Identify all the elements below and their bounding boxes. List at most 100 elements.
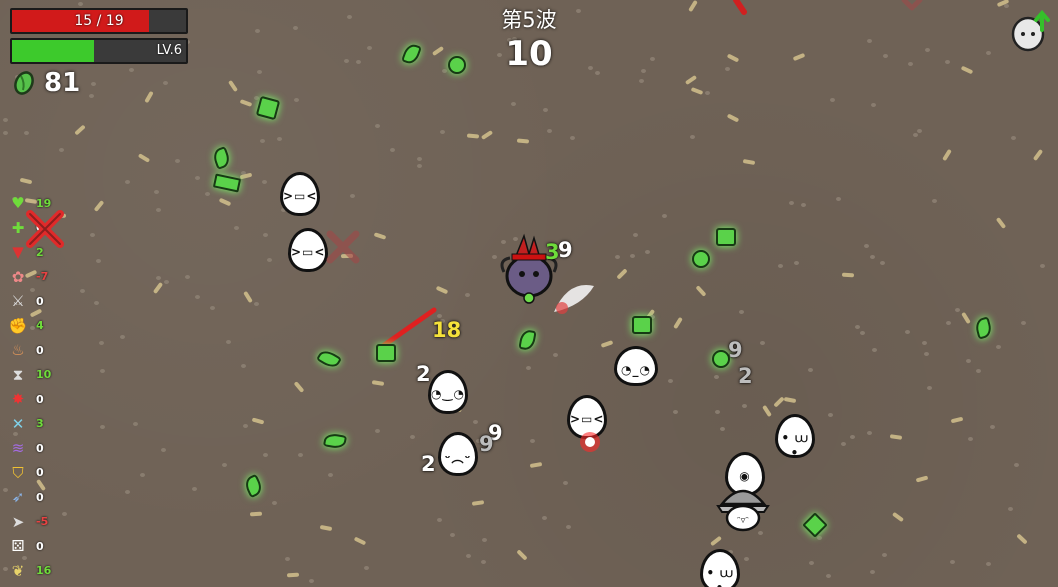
ground-debris-piece <box>205 192 210 196</box>
ground-debris-piece <box>90 233 95 237</box>
ground-debris-piece <box>417 157 422 161</box>
ground-debris-piece <box>375 124 380 128</box>
stat-row[interactable]: ⚄ 0 <box>8 535 44 557</box>
enemy-baby-alien: >▭< <box>280 172 320 216</box>
melee-swipe <box>554 285 594 314</box>
ground-debris-piece <box>260 139 265 143</box>
ground-debris-piece <box>466 554 471 558</box>
ground-debris-piece <box>239 99 253 107</box>
ground-debris-piece <box>309 579 314 583</box>
ground-debris-piece <box>210 306 215 310</box>
stat-row[interactable]: ≋ 0 <box>8 437 44 459</box>
ground-debris-piece <box>1032 148 1044 162</box>
stat-value: 16 <box>36 564 52 577</box>
ground-debris-piece <box>466 133 480 139</box>
ground-debris-piece <box>543 108 548 112</box>
ground-debris-piece <box>570 136 575 140</box>
damage-number: 2 <box>421 452 436 476</box>
ground-debris-piece <box>465 293 470 297</box>
stat-row[interactable]: ❦ 16 <box>8 560 52 582</box>
material-drop <box>255 95 281 121</box>
ground-debris-piece <box>74 124 86 136</box>
ground-debris-piece <box>350 194 355 198</box>
ground-debris-piece <box>742 158 756 166</box>
ground-debris-piece <box>986 562 991 566</box>
ground-debris-piece <box>950 560 955 564</box>
material-drop <box>448 56 466 74</box>
ground-debris-piece <box>968 437 973 441</box>
ground-debris-piece <box>164 280 169 284</box>
ground-debris-piece <box>871 103 876 107</box>
svg-text:ᵔ▿ᵔ: ᵔ▿ᵔ <box>737 516 749 526</box>
stat-row[interactable]: ✊ 4 <box>8 315 44 337</box>
material-drop <box>692 250 710 268</box>
ground-debris-piece <box>778 264 783 268</box>
ground-debris-piece <box>435 285 449 295</box>
crit-star-icon: ✸ <box>11 390 25 408</box>
damage-number: 9 <box>479 432 494 456</box>
ground-debris-piece <box>773 396 785 408</box>
ground-debris-piece <box>137 153 151 163</box>
ground-debris-piece <box>976 369 981 373</box>
range-wave-icon: ≋ <box>11 439 25 457</box>
stat-value: 0 <box>36 343 44 357</box>
fire-drop-icon: ♨ <box>11 341 25 359</box>
stat-row[interactable]: ✿ -7 <box>8 266 49 288</box>
ground-debris-piece <box>860 331 865 335</box>
damage-number-crit: 18 <box>432 318 462 342</box>
ground-debris-piece <box>817 536 822 540</box>
enemy-baby-alien: ◔_◔ <box>614 346 658 386</box>
stat-value: 0 <box>36 539 44 553</box>
ground-debris-piece <box>744 557 749 561</box>
material-drop <box>242 473 265 499</box>
stat-row[interactable]: ➤ -5 <box>8 511 49 533</box>
stat-value: 10 <box>36 368 52 381</box>
ground-debris-piece <box>243 290 253 304</box>
ground-debris-piece <box>836 197 841 201</box>
material-drop <box>322 432 348 450</box>
ground-debris-piece <box>511 102 516 106</box>
stat-row[interactable]: ⚔ 0 <box>8 290 43 312</box>
ground-debris-piece <box>471 500 485 506</box>
ground-debris-piece <box>285 557 290 561</box>
game-arena: 15 / 19 LV.6 81 第5波 10 ♥19✚0▼2✿-7⚔0✊4♨0⧗… <box>0 0 1058 587</box>
spawn-marker-icon <box>901 0 923 11</box>
material-drop <box>518 328 537 352</box>
stat-row[interactable]: ⛉ 0 <box>8 462 43 484</box>
stat-row[interactable]: ⧗ 10 <box>8 364 52 386</box>
stat-row[interactable]: ✕ 3 <box>8 413 44 435</box>
ground-debris-piece <box>251 417 265 425</box>
material-drop <box>716 228 736 246</box>
ground-debris-piece <box>227 79 239 93</box>
ground-debris-piece <box>870 570 875 574</box>
ground-debris-piece <box>140 473 145 477</box>
ground-debris-piece <box>673 316 683 330</box>
material-drop <box>315 347 343 371</box>
ground-debris-piece <box>480 130 494 140</box>
ground-debris-piece <box>192 487 197 491</box>
ground-debris-piece <box>808 368 813 372</box>
ground-debris-piece <box>684 74 698 86</box>
ground-debris-piece <box>450 533 455 537</box>
ground-debris-piece <box>364 566 369 570</box>
ground-debris-piece <box>222 463 227 467</box>
stat-value: 3 <box>36 417 44 430</box>
damage-number: 2 <box>416 362 431 386</box>
ground-debris-piece <box>801 203 806 207</box>
stat-row[interactable]: ➶ 0 <box>8 486 44 508</box>
ground-debris-piece <box>156 276 161 280</box>
ground-debris-piece <box>855 325 860 329</box>
damage-number: 9 <box>728 338 743 362</box>
ground-debris-piece <box>482 538 487 542</box>
ground-debris-piece <box>927 386 932 390</box>
ground-debris-piece <box>760 341 765 345</box>
ground-debris-piece <box>889 434 903 440</box>
ground-debris-piece <box>94 301 99 305</box>
material-drop <box>632 316 652 334</box>
ground-debris-piece <box>319 524 333 532</box>
ground-debris-piece <box>645 250 650 254</box>
ground-debris-piece <box>144 90 154 104</box>
ground-debris-piece <box>867 431 872 435</box>
stat-row[interactable]: ♨ 0 <box>8 339 44 361</box>
stat-row[interactable]: ✸ 0 <box>8 388 44 410</box>
